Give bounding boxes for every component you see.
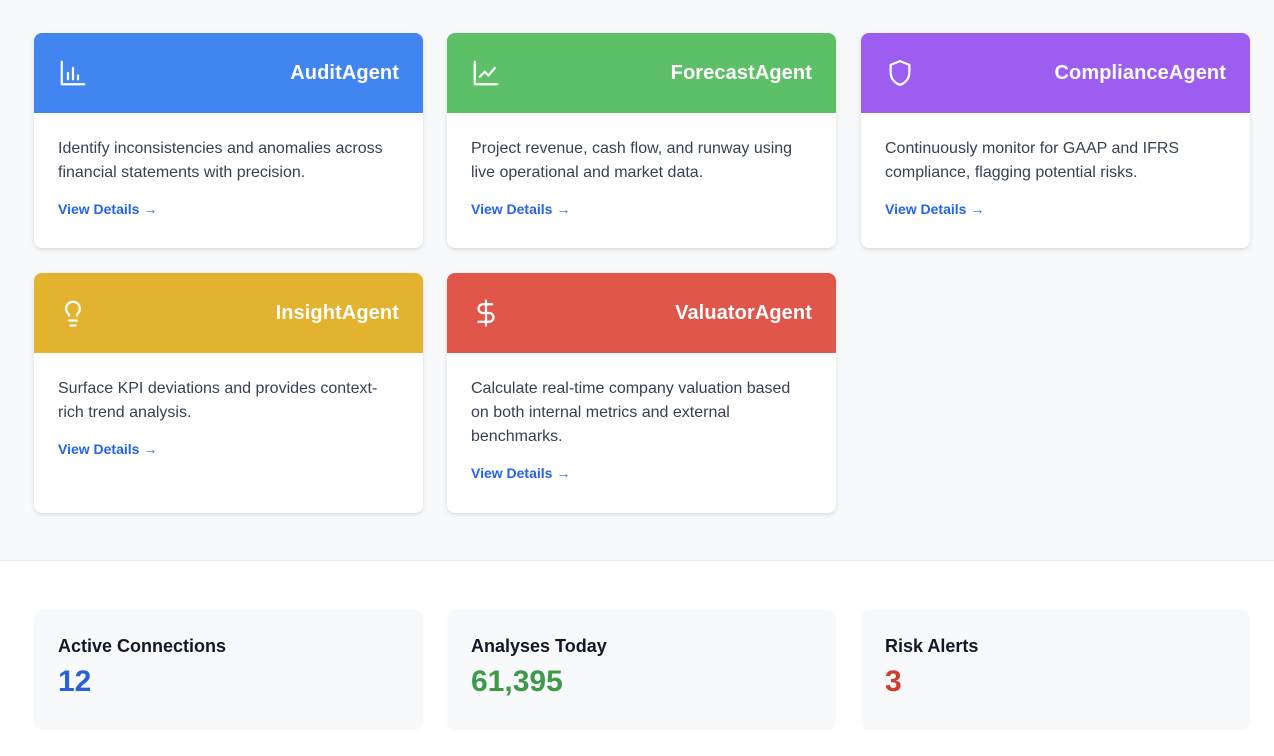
agent-card-title: ValuatorAgent [675,301,812,324]
view-details-link[interactable]: View Details → [885,201,984,217]
view-details-link[interactable]: View Details → [471,465,570,481]
agent-card-forecast: ForecastAgent Project revenue, cash flow… [447,33,836,248]
view-details-link[interactable]: View Details → [58,201,157,217]
stat-value: 61,395 [471,665,563,698]
stat-value: 3 [885,665,902,698]
agent-card-title: InsightAgent [275,301,399,324]
agent-card-description: Calculate real-time company valuation ba… [471,380,791,445]
agent-card-title: ForecastAgent [670,61,812,84]
view-details-link[interactable]: View Details → [471,201,570,217]
agent-card-header: ComplianceAgent [861,33,1250,113]
agent-card-description: Project revenue, cash flow, and runway u… [471,140,793,181]
stat-label: Analyses Today [471,636,607,656]
line-chart-icon [471,58,501,88]
lightbulb-icon [58,298,88,328]
bar-chart-icon [58,58,88,88]
agent-card-description: Surface KPI deviations and provides cont… [58,380,378,421]
agents-section: AuditAgent Identify inconsistencies and … [0,0,1274,561]
stat-label: Active Connections [58,636,227,656]
stat-card-risk-alerts: Risk Alerts 3 [861,610,1250,730]
stat-label: Risk Alerts [885,636,979,656]
dollar-icon [471,298,501,328]
agent-card-title: ComplianceAgent [1054,61,1226,84]
agent-card-header: AuditAgent [34,33,423,113]
shield-icon [885,58,915,88]
view-details-link[interactable]: View Details → [58,441,157,457]
agent-card-description: Continuously monitor for GAAP and IFRS c… [885,140,1180,181]
agent-card-header: ForecastAgent [447,33,836,113]
agent-card-compliance: ComplianceAgent Continuously monitor for… [861,33,1250,248]
agent-card-audit: AuditAgent Identify inconsistencies and … [34,33,423,248]
stat-card-analyses-today: Analyses Today 61,395 [447,610,836,730]
agent-card-title: AuditAgent [290,61,399,84]
agent-card-header: InsightAgent [34,273,423,353]
agent-card-description: Identify inconsistencies and anomalies a… [58,140,383,181]
stat-value: 12 [58,665,92,698]
stat-card-active-connections: Active Connections 12 [34,610,423,730]
agent-card-valuator: ValuatorAgent Calculate real-time compan… [447,273,836,513]
agent-card-header: ValuatorAgent [447,273,836,353]
agent-card-insight: InsightAgent Surface KPI deviations and … [34,273,423,513]
